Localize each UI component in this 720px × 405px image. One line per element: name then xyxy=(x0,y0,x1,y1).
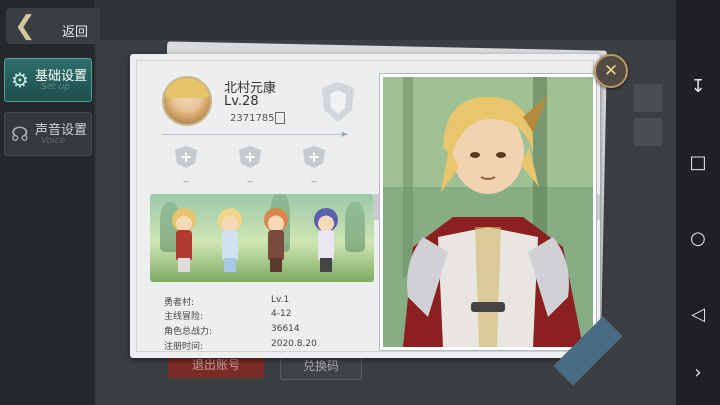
chibi-body xyxy=(318,230,334,260)
settings-sidebar: ❮ 返回 ⚙ 基础设置 Set up ☊ 声音设置 Voice xyxy=(0,0,100,405)
avatar[interactable] xyxy=(162,76,212,126)
equip-slot-label: -- xyxy=(183,177,189,186)
character-portrait xyxy=(380,74,596,350)
chibi-head xyxy=(218,208,242,232)
copy-icon[interactable] xyxy=(275,112,285,124)
settings-option-block xyxy=(634,118,662,146)
info-value: Lv.1 xyxy=(271,295,290,305)
chibi-head xyxy=(172,208,196,232)
headphones-icon: ☊ xyxy=(11,122,29,146)
back-triangle-icon[interactable]: ◁ xyxy=(676,304,720,325)
equip-slot-label: -- xyxy=(311,177,317,186)
close-button[interactable]: ✕ xyxy=(594,54,628,88)
tab-sound-settings-sub: Voice xyxy=(41,136,66,146)
chibi-head xyxy=(264,208,288,232)
chibi-character xyxy=(168,208,200,274)
chibi-legs xyxy=(178,258,190,272)
arrow-icon: ➤ xyxy=(340,130,348,140)
avatar-hair xyxy=(164,78,210,98)
tab-basic-settings-sub: Set up xyxy=(41,82,71,92)
chibi-legs xyxy=(224,258,236,272)
square-icon[interactable]: □ xyxy=(676,152,720,173)
gear-icon: ⚙ xyxy=(11,68,29,92)
back-label: 返回 xyxy=(62,25,89,40)
plus-icon: + xyxy=(243,148,257,166)
chevron-right-icon[interactable]: › xyxy=(676,362,720,383)
info-value: 2020.8.20 xyxy=(271,339,317,349)
tab-sound-settings[interactable]: ☊ 声音设置 Voice xyxy=(4,112,92,156)
chibi-body xyxy=(222,230,238,260)
chibi-character xyxy=(214,208,246,274)
info-key: 勇者村: xyxy=(164,298,195,308)
chibi-character xyxy=(260,208,292,274)
chibi-body xyxy=(176,230,192,260)
close-icon: ✕ xyxy=(603,61,619,81)
chibi-character xyxy=(310,208,342,274)
plus-icon: + xyxy=(307,148,321,166)
chibi-legs xyxy=(320,258,332,272)
shield-emblem-icon xyxy=(322,82,354,122)
equip-slot-label: -- xyxy=(247,177,253,186)
chevron-left-icon: ❮ xyxy=(14,11,36,41)
collapse-icon[interactable]: ↧ xyxy=(676,76,720,97)
team-showcase xyxy=(150,194,374,282)
character-portrait-art xyxy=(383,77,593,347)
player-level: Lv.28 xyxy=(224,94,259,109)
back-button[interactable]: ❮ 返回 xyxy=(6,8,100,44)
android-nav-bar: ↧ □ ○ ◁ › xyxy=(676,0,720,405)
chibi-legs xyxy=(270,258,282,272)
profile-card: 北村元康 Lv.28 2371785 ➤ + -- + -- + -- 勇者村:… xyxy=(130,54,623,386)
chibi-head xyxy=(314,208,338,232)
plus-icon: + xyxy=(179,148,193,166)
forest-tree xyxy=(345,202,365,252)
chibi-body xyxy=(268,230,284,260)
divider xyxy=(162,134,348,135)
info-key: 主线冒险: xyxy=(164,312,204,322)
info-key: 角色总战力: xyxy=(164,327,213,337)
info-value: 4-12 xyxy=(271,309,292,319)
tab-basic-settings[interactable]: ⚙ 基础设置 Set up xyxy=(4,58,92,102)
settings-option-block xyxy=(634,84,662,112)
info-value: 36614 xyxy=(271,324,300,334)
circle-icon[interactable]: ○ xyxy=(676,228,720,249)
info-key: 注册时间: xyxy=(164,342,204,352)
player-id: 2371785 xyxy=(230,113,275,124)
